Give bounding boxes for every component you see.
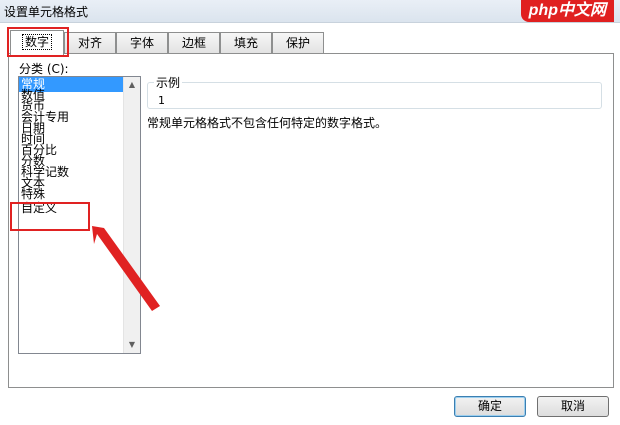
tab-number-label: 数字: [21, 34, 52, 50]
cancel-button[interactable]: 取消: [537, 396, 609, 417]
tab-font-label: 字体: [129, 36, 154, 50]
watermark-logo: php中文网: [520, 0, 614, 22]
category-label: 分类 (C):: [19, 62, 69, 76]
sample-group: 示例 1: [147, 74, 602, 109]
list-item[interactable]: 特殊: [19, 187, 140, 202]
tab-protection-label: 保护: [285, 36, 310, 50]
category-scrollbar[interactable]: ▲ ▼: [123, 77, 140, 353]
title-bar: 设置单元格格式 php中文网: [0, 0, 620, 23]
tab-number[interactable]: 数字: [10, 30, 64, 55]
category-listbox[interactable]: 常规 数值 货币 会计专用 日期 时间 百分比 分数 科学记数 文本 特殊 自定…: [18, 76, 141, 354]
sample-legend: 示例: [154, 74, 183, 91]
sample-value: 1: [158, 94, 165, 107]
list-item-custom[interactable]: 自定义: [19, 201, 140, 216]
tab-alignment-label: 对齐: [77, 36, 102, 50]
scroll-up-icon[interactable]: ▲: [124, 77, 140, 93]
format-cells-dialog: 设置单元格格式 php中文网 数字 对齐 字体 边框 填充 保护 分类 (C):…: [0, 0, 620, 425]
tab-border[interactable]: 边框: [168, 32, 220, 53]
tab-protection[interactable]: 保护: [272, 32, 324, 53]
ok-button[interactable]: 确定: [454, 396, 526, 417]
format-description: 常规单元格格式不包含任何特定的数字格式。: [147, 116, 388, 130]
number-tab-panel: 分类 (C): 常规 数值 货币 会计专用 日期 时间 百分比 分数 科学记数 …: [8, 53, 614, 388]
tab-fill[interactable]: 填充: [220, 32, 272, 53]
tab-font[interactable]: 字体: [116, 32, 168, 53]
tab-fill-label: 填充: [233, 36, 258, 50]
window-title: 设置单元格格式: [4, 5, 89, 19]
scroll-down-icon[interactable]: ▼: [124, 337, 140, 353]
tab-border-label: 边框: [181, 36, 206, 50]
tab-alignment[interactable]: 对齐: [64, 32, 116, 53]
